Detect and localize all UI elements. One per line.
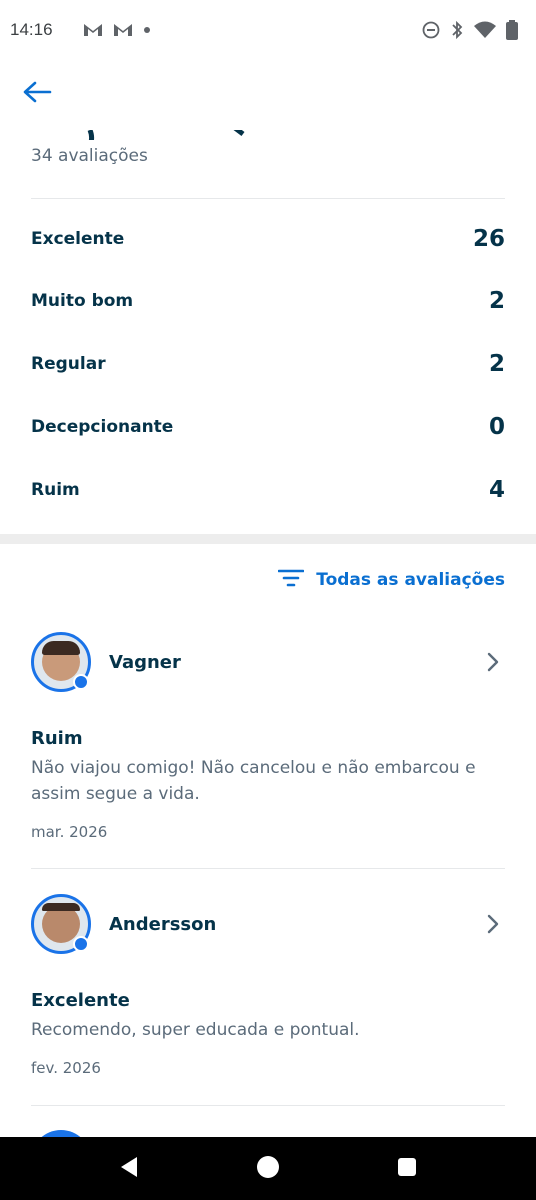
rating-count: 2 (488, 351, 505, 377)
rating-row-regular: Regular 2 (31, 344, 505, 384)
bluetooth-icon (450, 20, 464, 40)
rating-label: Muito bom (31, 291, 134, 311)
verified-badge-icon (73, 936, 89, 952)
divider (31, 198, 505, 199)
rating-count: 0 (488, 414, 505, 440)
rating-label: Regular (31, 354, 106, 374)
rating-row-ruim: Ruim 4 (31, 470, 505, 510)
verified-badge-icon (73, 674, 89, 690)
dnd-icon (422, 21, 440, 39)
avatar (31, 632, 91, 692)
reviewer-name: Vagner (109, 651, 181, 673)
review-item: Vagner Ruim Não viajou comigo! Não cance… (31, 630, 505, 841)
rating-count: 4 (488, 477, 505, 503)
nav-back-button[interactable] (109, 1149, 149, 1189)
rating-row-decepcionante: Decepcionante 0 (31, 407, 505, 447)
review-date: mar. 2026 (31, 823, 108, 841)
status-bar: 14:16 (0, 0, 536, 60)
system-nav-bar (0, 1137, 536, 1200)
rating-row-muito-bom: Muito bom 2 (31, 281, 505, 321)
rating-label: Ruim (31, 480, 80, 500)
rating-count: 2 (488, 288, 505, 314)
square-recents-icon (397, 1157, 417, 1181)
arrow-left-icon (22, 80, 52, 108)
gmail-icon (83, 22, 103, 38)
rating-label: Decepcionante (31, 417, 174, 437)
rating-row-excelente: Excelente 26 (31, 219, 505, 259)
reviewer-name: Andersson (109, 913, 217, 935)
filter-icon (277, 568, 305, 592)
battery-icon (506, 20, 518, 40)
all-reviews-filter-link[interactable]: Todas as avaliações (277, 568, 505, 592)
status-time: 14:16 (10, 20, 53, 39)
reviewer-profile-link[interactable]: Vagner (31, 630, 505, 694)
filter-label: Todas as avaliações (316, 570, 505, 590)
chevron-right-icon (481, 650, 505, 674)
rating-label: Excelente (31, 229, 125, 249)
review-rating: Ruim (31, 728, 83, 749)
header (0, 60, 536, 130)
reviewer-profile-link[interactable]: Andersson (31, 892, 505, 956)
gmail-icon (113, 22, 133, 38)
section-separator (0, 534, 536, 544)
wifi-icon (474, 21, 496, 39)
review-rating: Excelente (31, 990, 130, 1011)
divider (31, 1105, 505, 1106)
nav-home-button[interactable] (248, 1149, 288, 1189)
review-item: Andersson Excelente Recomendo, super edu… (31, 892, 505, 1077)
divider (31, 868, 505, 869)
reviews-count: 34 avaliações (31, 146, 148, 166)
nav-recents-button[interactable] (387, 1149, 427, 1189)
review-date: fev. 2026 (31, 1059, 101, 1077)
triangle-back-icon (119, 1156, 139, 1182)
review-text: Não viajou comigo! Não cancelou e não em… (31, 758, 476, 804)
avatar (31, 894, 91, 954)
rating-count: 26 (472, 226, 505, 252)
chevron-right-icon (481, 912, 505, 936)
circle-home-icon (256, 1155, 280, 1183)
dot-icon (143, 26, 151, 34)
review-text: Recomendo, super educada e pontual. (31, 1020, 360, 1040)
back-button[interactable] (18, 78, 56, 110)
